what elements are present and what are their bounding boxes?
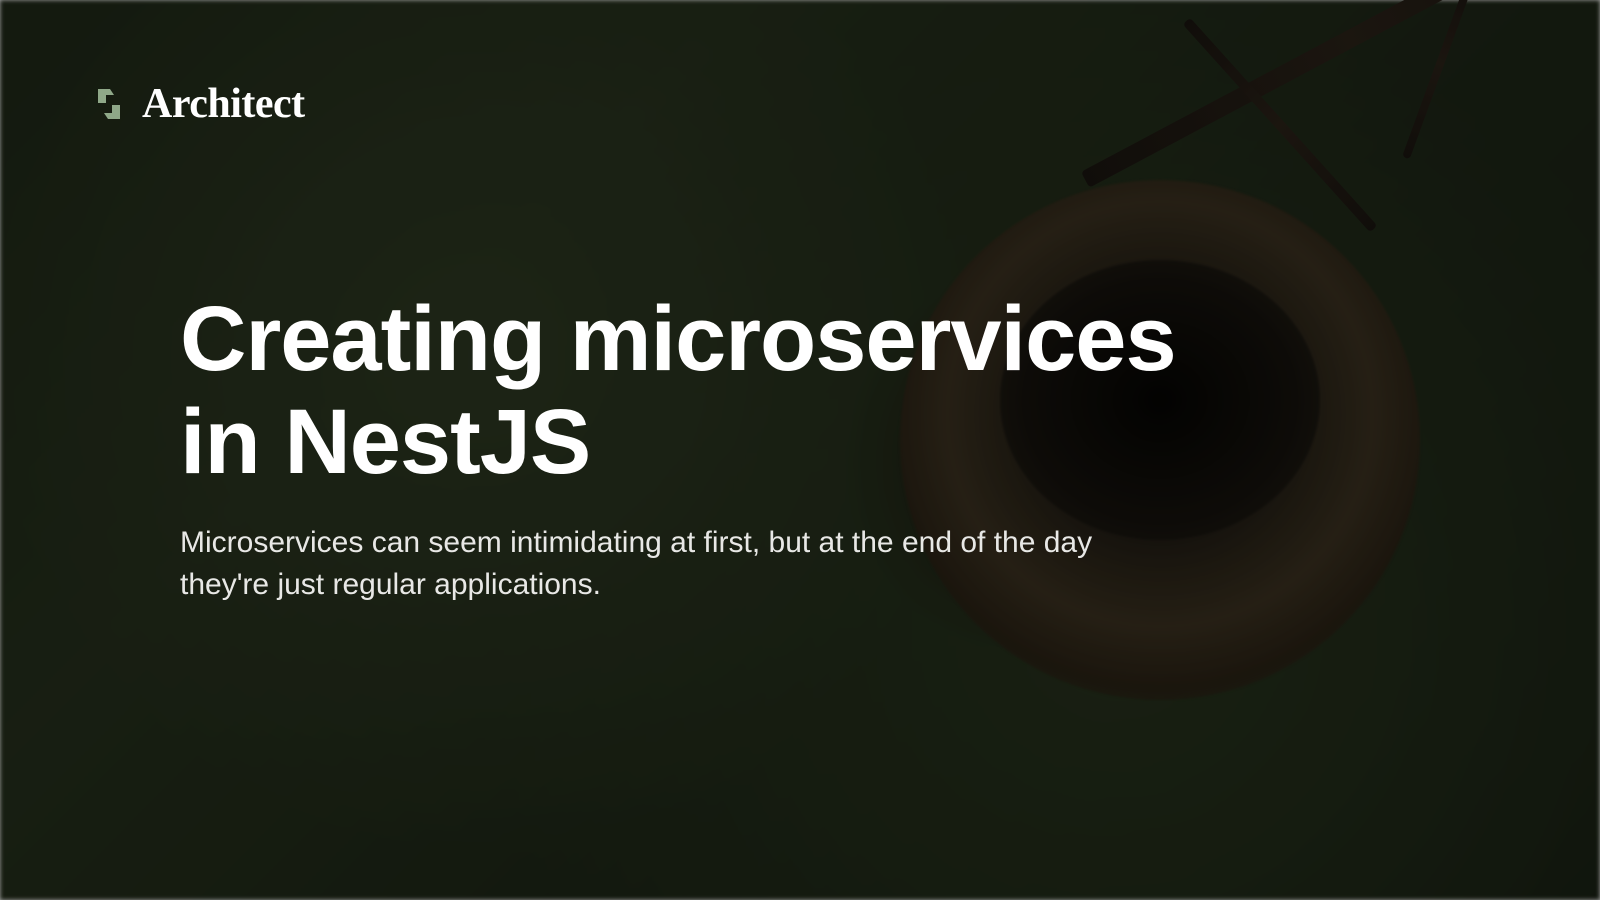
page-subtitle: Microservices can seem intimidating at f… [180, 522, 1100, 606]
content-container: Architect Creating microservices in Nest… [0, 0, 1600, 900]
brand-name: Architect [142, 80, 305, 128]
hero-text-block: Creating microservices in NestJS Microse… [90, 288, 1190, 606]
brand-logo: Architect [90, 80, 1510, 128]
page-title: Creating microservices in NestJS [180, 288, 1190, 494]
architect-logo-icon [90, 85, 128, 123]
